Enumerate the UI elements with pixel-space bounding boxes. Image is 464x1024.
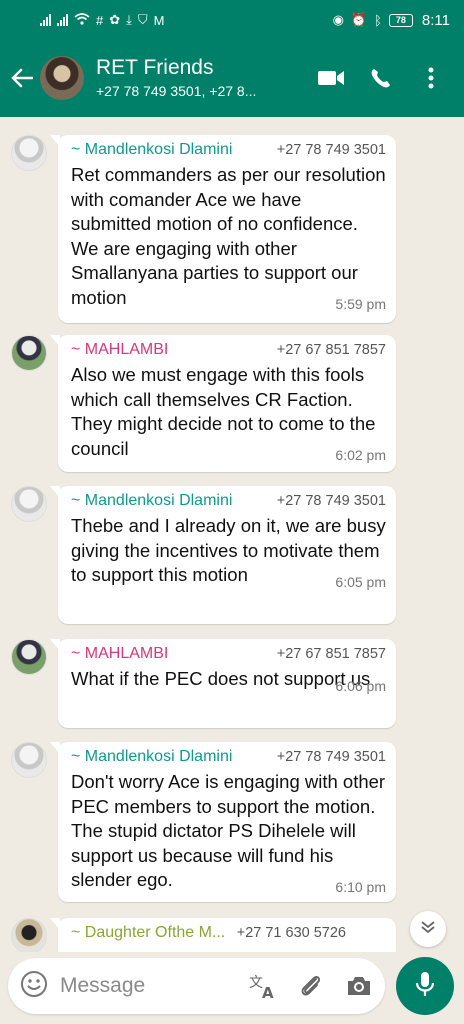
top-bar: # ✿ ⤓ ⛉ M ◉ ⏰ ᛒ 78 8:11 RET Friends +27 … bbox=[0, 0, 464, 117]
gmail-icon: M bbox=[153, 12, 165, 28]
sender-name[interactable]: ~ Mandlenkosi Dlamini bbox=[71, 492, 232, 510]
chat-header: RET Friends +27 78 749 3501, +27 8... bbox=[0, 46, 464, 110]
message-meta: ~ MAHLAMBI +27 67 851 7857 bbox=[71, 645, 386, 663]
sender-avatar[interactable] bbox=[11, 135, 47, 171]
message-bubble[interactable]: ~ Mandlenkosi Dlamini +27 78 749 3501 Th… bbox=[50, 486, 396, 624]
status-right-icons: ◉ ⏰ ᛒ 78 8:11 bbox=[333, 12, 450, 29]
mic-icon bbox=[415, 970, 435, 1003]
sender-avatar[interactable] bbox=[11, 335, 47, 371]
message-bubble[interactable]: ~ Daughter Ofthe M... +27 71 630 5726 bbox=[50, 918, 396, 952]
message-meta: ~ MAHLAMBI +27 67 851 7857 bbox=[71, 341, 386, 359]
status-left-icons: # ✿ ⤓ ⛉ M bbox=[40, 12, 165, 28]
scroll-down-icon bbox=[420, 920, 436, 939]
back-arrow-icon[interactable] bbox=[4, 58, 40, 98]
translate-icon[interactable]: 文A bbox=[249, 973, 277, 999]
group-avatar[interactable] bbox=[40, 56, 84, 100]
bluetooth-icon: ᛒ bbox=[374, 12, 382, 28]
sender-avatar[interactable] bbox=[11, 918, 47, 952]
message-composer[interactable]: Message 文A bbox=[8, 958, 385, 1014]
emoji-icon[interactable] bbox=[20, 970, 48, 1003]
sender-phone: +27 78 749 3501 bbox=[276, 142, 386, 158]
phone-call-icon[interactable] bbox=[366, 67, 396, 89]
mic-button[interactable] bbox=[396, 957, 454, 1015]
message-input[interactable]: Message bbox=[60, 974, 229, 998]
signal-icon-2 bbox=[57, 14, 68, 26]
sender-avatar[interactable] bbox=[11, 742, 47, 778]
message-bubble[interactable]: ~ Mandlenkosi Dlamini +27 78 749 3501 Do… bbox=[50, 742, 396, 902]
message-bubble[interactable]: ~ MAHLAMBI +27 67 851 7857 Also we must … bbox=[50, 335, 396, 472]
download-icon: ⤓ bbox=[126, 12, 132, 27]
scroll-down-button[interactable] bbox=[410, 911, 446, 947]
svg-text:A: A bbox=[262, 984, 274, 999]
chat-title: RET Friends bbox=[96, 56, 214, 79]
alarm-icon: ⏰ bbox=[350, 12, 368, 27]
header-actions bbox=[316, 67, 446, 89]
shield-icon: ⛉ bbox=[137, 12, 148, 27]
chat-area[interactable]: ~ Mandlenkosi Dlamini +27 78 749 3501 Re… bbox=[0, 117, 464, 952]
sender-avatar[interactable] bbox=[11, 639, 47, 675]
sender-phone: +27 67 851 7857 bbox=[276, 646, 386, 662]
attach-icon[interactable] bbox=[297, 973, 325, 999]
wifi-icon bbox=[74, 12, 90, 28]
message-meta: ~ Mandlenkosi Dlamini +27 78 749 3501 bbox=[71, 748, 386, 766]
camera-icon[interactable] bbox=[345, 974, 373, 998]
message-bubble[interactable]: ~ MAHLAMBI +27 67 851 7857 What if the P… bbox=[50, 639, 396, 728]
sender-name[interactable]: ~ MAHLAMBI bbox=[71, 645, 168, 663]
svg-text:文: 文 bbox=[249, 975, 263, 991]
settings-icon: ✿ bbox=[109, 12, 121, 27]
sender-name[interactable]: ~ Mandlenkosi Dlamini bbox=[71, 748, 232, 766]
signal-icon bbox=[40, 14, 51, 26]
eye-icon: ◉ bbox=[332, 12, 344, 27]
input-bar: Message 文A bbox=[0, 952, 464, 1024]
sender-name[interactable]: ~ MAHLAMBI bbox=[71, 341, 168, 359]
message-meta: ~ Mandlenkosi Dlamini +27 78 749 3501 bbox=[71, 141, 386, 159]
sender-phone: +27 78 749 3501 bbox=[276, 493, 386, 509]
chat-subtitle: +27 78 749 3501, +27 8... bbox=[96, 83, 257, 99]
message-bubble[interactable]: ~ Mandlenkosi Dlamini +27 78 749 3501 Re… bbox=[50, 135, 396, 323]
hashtag-icon: # bbox=[96, 12, 104, 28]
sender-phone: +27 71 630 5726 bbox=[236, 925, 346, 941]
status-bar: # ✿ ⤓ ⛉ M ◉ ⏰ ᛒ 78 8:11 bbox=[0, 0, 464, 40]
battery-icon: 78 bbox=[388, 13, 413, 27]
message-meta: ~ Daughter Ofthe M... +27 71 630 5726 bbox=[71, 924, 386, 942]
sender-name[interactable]: ~ Mandlenkosi Dlamini bbox=[71, 141, 232, 159]
chat-title-block[interactable]: RET Friends +27 78 749 3501, +27 8... bbox=[96, 55, 306, 101]
message-text: Ret commanders as per our resolution wit… bbox=[71, 164, 386, 308]
more-options-icon[interactable] bbox=[416, 67, 446, 89]
message-text: Don't worry Ace is engaging with other P… bbox=[71, 771, 386, 890]
sender-avatar[interactable] bbox=[11, 486, 47, 522]
video-call-icon[interactable] bbox=[316, 68, 346, 88]
sender-phone: +27 67 851 7857 bbox=[276, 342, 386, 358]
message-meta: ~ Mandlenkosi Dlamini +27 78 749 3501 bbox=[71, 492, 386, 510]
sender-phone: +27 78 749 3501 bbox=[276, 749, 386, 765]
clock: 8:11 bbox=[421, 11, 450, 29]
sender-name[interactable]: ~ Daughter Ofthe M... bbox=[71, 924, 225, 942]
